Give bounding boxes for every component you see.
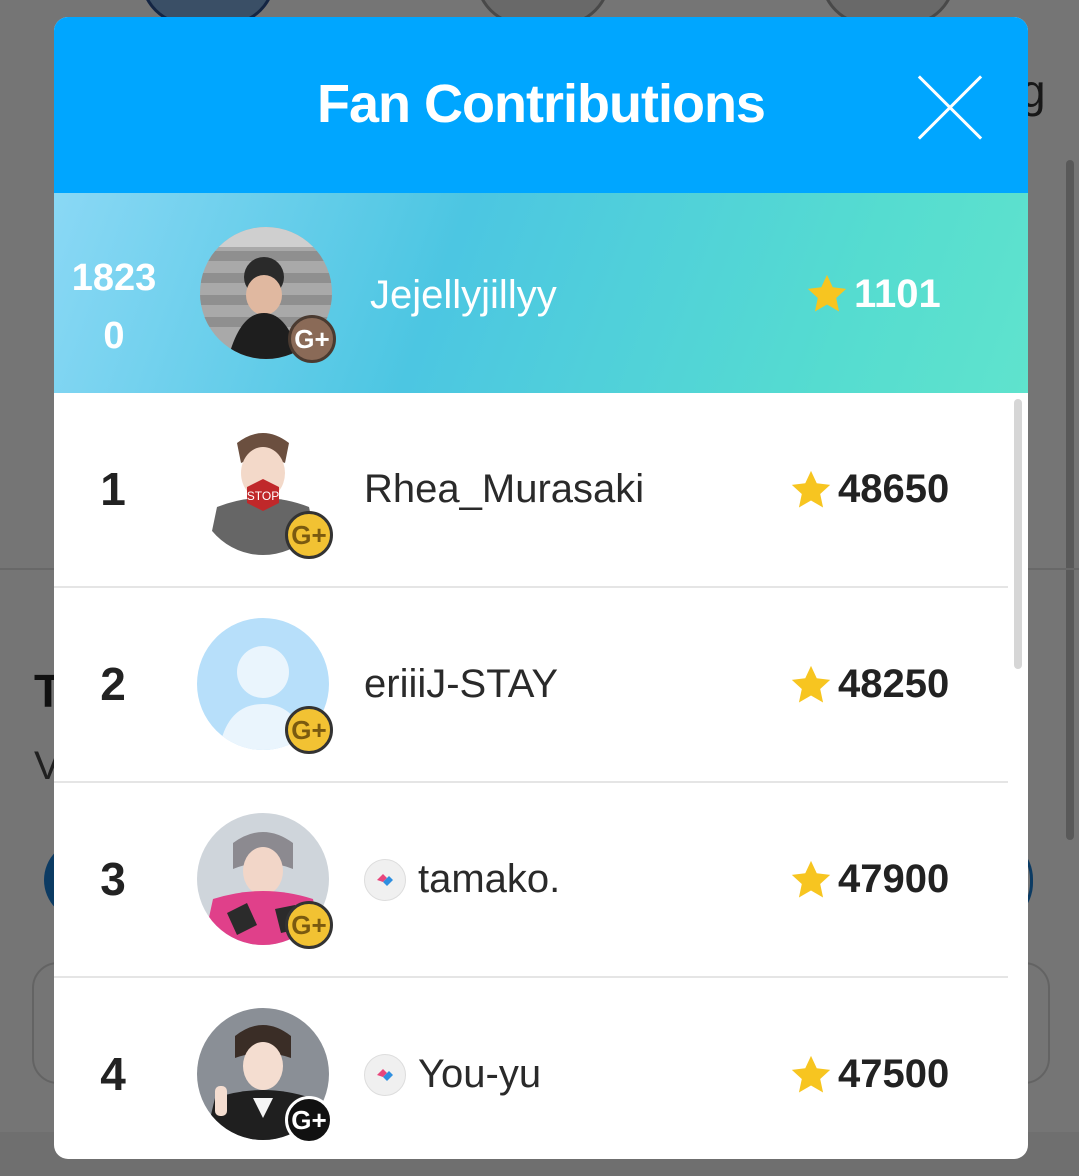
star-icon bbox=[791, 1055, 831, 1092]
my-rank-line: 1823 bbox=[71, 257, 157, 299]
ranking-list[interactable]: 1 STOP G+ Rhea_Murasaki 48650 2 G+ eriii… bbox=[54, 393, 1028, 1159]
star-icon bbox=[791, 665, 831, 702]
ranking-row[interactable]: 1 STOP G+ Rhea_Murasaki 48650 bbox=[54, 393, 1008, 588]
svg-text:STOP: STOP bbox=[247, 489, 279, 503]
score-value: 47500 bbox=[838, 1052, 950, 1096]
my-rank: 1823 0 bbox=[54, 249, 174, 365]
star-icon bbox=[807, 274, 847, 312]
badge-text: G+ bbox=[291, 714, 327, 745]
grade-badge: G+ bbox=[285, 1096, 333, 1144]
score-value: 48650 bbox=[838, 467, 950, 511]
ranking-row[interactable]: 4 G+ You-yu 47500 bbox=[54, 978, 1008, 1159]
modal-title: Fan Contributions bbox=[317, 74, 766, 134]
user-avatar[interactable]: G+ bbox=[197, 1008, 333, 1144]
badge-text: G+ bbox=[291, 909, 327, 940]
score: 47900 bbox=[788, 783, 949, 976]
star-icon bbox=[791, 470, 831, 507]
grade-badge: G+ bbox=[285, 901, 333, 949]
score-value: 47900 bbox=[838, 857, 950, 901]
rank-number: 2 bbox=[100, 658, 126, 710]
grade-badge: G+ bbox=[288, 315, 336, 363]
badge-text: G+ bbox=[291, 1104, 327, 1135]
list-scrollbar[interactable] bbox=[1014, 399, 1022, 669]
username: eriiiJ-STAY bbox=[364, 588, 558, 781]
close-icon[interactable] bbox=[912, 69, 988, 145]
username-text: You-yu bbox=[418, 1052, 542, 1096]
username: You-yu bbox=[364, 978, 541, 1159]
badge-text: G+ bbox=[294, 323, 330, 354]
badge-text: G+ bbox=[291, 519, 327, 550]
grade-badge: G+ bbox=[285, 706, 333, 754]
modal-header: Fan Contributions bbox=[54, 17, 1028, 193]
username-text: eriiiJ-STAY bbox=[364, 662, 559, 706]
ranking-row[interactable]: 2 G+ eriiiJ-STAY 48250 bbox=[54, 588, 1008, 783]
verified-icon bbox=[364, 1053, 406, 1096]
username: tamako. bbox=[364, 783, 560, 976]
score: 48250 bbox=[788, 588, 949, 781]
score: 48650 bbox=[788, 393, 949, 586]
ranking-row[interactable]: 3 G+ tamako. 47900 bbox=[54, 783, 1008, 978]
fan-contributions-modal: Fan Contributions 1823 0 G+ Jejellyjilly… bbox=[54, 17, 1028, 1159]
score-value: 1101 bbox=[854, 271, 941, 316]
my-avatar[interactable]: G+ bbox=[200, 227, 336, 363]
user-avatar[interactable]: STOP G+ bbox=[197, 423, 333, 559]
user-avatar[interactable]: G+ bbox=[197, 618, 333, 754]
username-text: Rhea_Murasaki bbox=[364, 467, 645, 511]
score: 47500 bbox=[788, 978, 949, 1159]
rank-number: 3 bbox=[100, 853, 126, 905]
username-text: tamako. bbox=[418, 857, 561, 901]
my-ranking-row: 1823 0 G+ Jejellyjillyy 1101 bbox=[54, 193, 1028, 393]
my-rank-line: 0 bbox=[103, 315, 125, 357]
rank-number: 4 bbox=[100, 1048, 126, 1100]
score-value: 48250 bbox=[838, 662, 950, 706]
user-avatar[interactable]: G+ bbox=[197, 813, 333, 949]
verified-icon bbox=[364, 858, 406, 901]
rank-number: 1 bbox=[100, 463, 126, 515]
my-username: Jejellyjillyy bbox=[370, 273, 557, 317]
my-score: 1101 bbox=[804, 271, 941, 317]
grade-badge: G+ bbox=[285, 511, 333, 559]
star-icon bbox=[791, 860, 831, 897]
username: Rhea_Murasaki bbox=[364, 393, 644, 586]
